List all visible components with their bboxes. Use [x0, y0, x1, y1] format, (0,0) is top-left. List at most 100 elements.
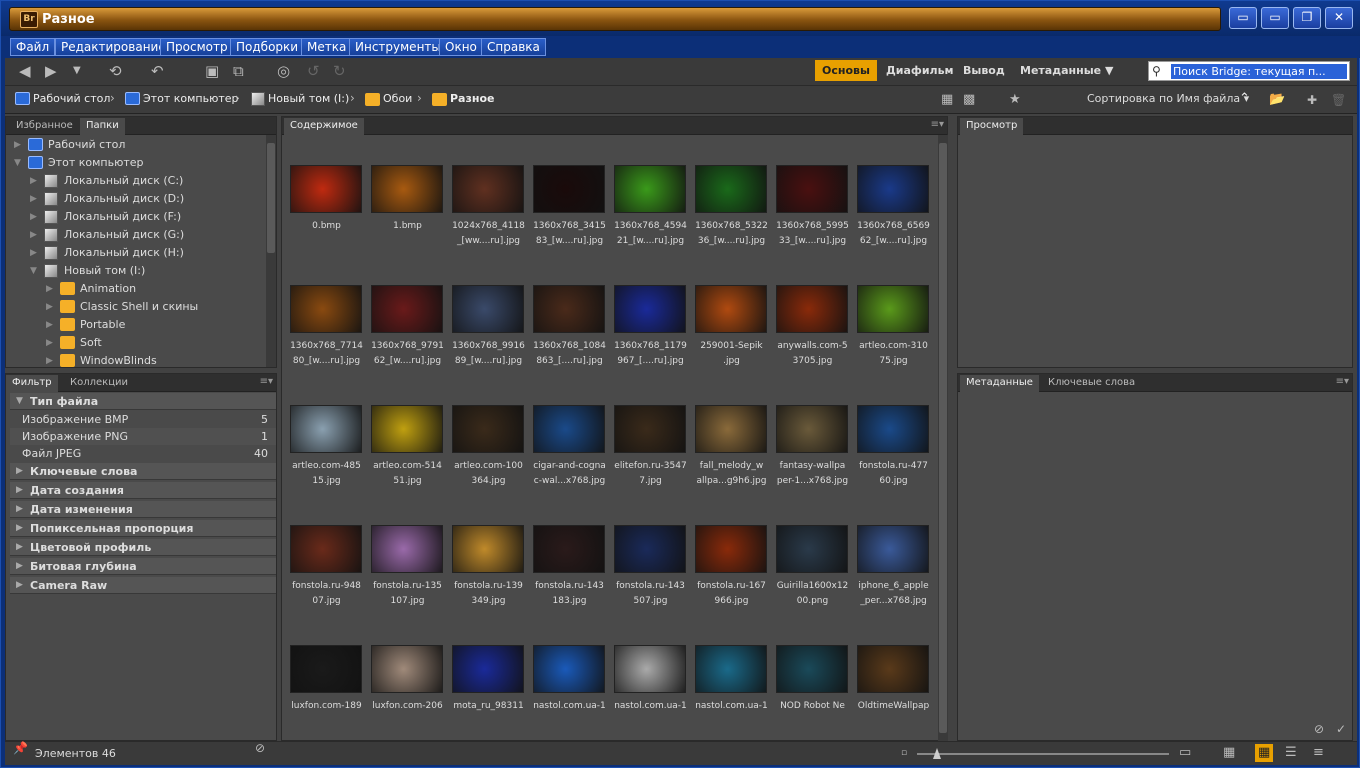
thumbnail-image[interactable] [857, 405, 929, 453]
thumbnail[interactable]: Guirilla1600x12 00.png [772, 505, 853, 625]
rotate-right-icon[interactable]: ↻ [333, 62, 346, 80]
tree-item[interactable]: Локальный диск (H:) [64, 245, 184, 261]
thumbnail[interactable]: fonstola.ru-143 507.jpg [610, 505, 691, 625]
window-menu-button[interactable]: ▭ [1229, 7, 1257, 29]
thumbnail[interactable]: 0.bmp [286, 145, 367, 265]
thumbnail[interactable]: artleo.com-100 364.jpg [448, 385, 529, 505]
thumbnail[interactable]: nastol.com.ua-1 [529, 625, 610, 741]
thumbnail-image[interactable] [533, 405, 605, 453]
workspace-output[interactable]: Вывод [956, 60, 1012, 81]
thumbnail[interactable]: 1360x768_6569 62_[w....ru].jpg [853, 145, 934, 265]
thumbnail-image[interactable] [452, 405, 524, 453]
forward-icon[interactable]: ▶ [45, 62, 57, 80]
thumbnail[interactable]: 1360x768_1179 967_[....ru].jpg [610, 265, 691, 385]
minimize-button[interactable]: ▭ [1261, 7, 1289, 29]
thumbnail[interactable]: 1360x768_1084 863_[....ru].jpg [529, 265, 610, 385]
filter-row[interactable]: Изображение BMP 5 [10, 411, 276, 428]
search-box[interactable]: ⚲ Поиск Bridge: текущая п... [1148, 61, 1350, 81]
panel-menu-icon[interactable]: ≡▾ [260, 376, 273, 387]
thumbnail-image[interactable] [614, 285, 686, 333]
quality-icon[interactable]: ▦ [941, 91, 953, 109]
triangle-right-icon[interactable]: ▶ [46, 299, 53, 315]
breadcrumb-wallpapers[interactable]: Обои [383, 92, 412, 106]
tree-item[interactable]: Этот компьютер [48, 155, 144, 171]
thumbnail[interactable]: anywalls.com-5 3705.jpg [772, 265, 853, 385]
thumbnail[interactable]: fantasy-wallpa per-1...x768.jpg [772, 385, 853, 505]
triangle-right-icon[interactable]: ▶ [46, 353, 53, 367]
thumbnail-image[interactable] [695, 525, 767, 573]
breadcrumb-desktop[interactable]: Рабочий стол [33, 92, 110, 106]
breadcrumb-current[interactable]: Разное [450, 92, 495, 106]
thumbnail-size-slider[interactable] [917, 748, 1169, 759]
tree-item[interactable]: Animation [80, 281, 136, 297]
tab-metadata[interactable]: Метаданные [960, 375, 1039, 392]
menu-view[interactable]: Просмотр [160, 38, 234, 56]
camera-icon[interactable]: ▣ [205, 62, 219, 80]
thumbnail-image[interactable] [371, 285, 443, 333]
tab-keywords[interactable]: Ключевые слова [1042, 375, 1141, 392]
thumbnail-image[interactable] [695, 285, 767, 333]
thumbnail[interactable]: fonstola.ru-948 07.jpg [286, 505, 367, 625]
open-recent-folder-icon[interactable]: 📂 [1269, 91, 1285, 109]
triangle-right-icon[interactable]: ▶ [46, 317, 53, 333]
grid-lock-icon[interactable]: ▦ [1223, 744, 1235, 762]
no-entry-icon[interactable]: ⊘ [1314, 720, 1324, 738]
menu-file[interactable]: Файл [10, 38, 56, 56]
tree-item[interactable]: Локальный диск (D:) [64, 191, 184, 207]
tab-content[interactable]: Содержимое [284, 118, 364, 135]
thumbnail[interactable]: NOD Robot Ne [772, 625, 853, 741]
back-icon[interactable]: ◀ [19, 62, 31, 80]
title-bar[interactable]: Br Разное ▭ ▭ ❐ ✕ [1, 1, 1360, 36]
triangle-right-icon[interactable]: ▶ [30, 173, 37, 189]
triangle-right-icon[interactable]: ▶ [30, 209, 37, 225]
thumbnail-image[interactable] [290, 645, 362, 693]
thumbnail-image[interactable] [533, 165, 605, 213]
thumbnail[interactable]: fall_melody_w allpa...g9h6.jpg [691, 385, 772, 505]
menu-stacks[interactable]: Подборки [230, 38, 305, 56]
thumbnail-image[interactable] [533, 285, 605, 333]
restore-button[interactable]: ❐ [1293, 7, 1321, 29]
tree-item[interactable]: Новый том (I:) [64, 263, 145, 279]
thumbnail-image[interactable] [614, 165, 686, 213]
filter-row[interactable]: Файл JPEG 40 [10, 445, 276, 462]
tab-folders[interactable]: Папки [80, 118, 125, 135]
thumbnail-quality-icon[interactable]: ▩ [963, 91, 975, 109]
panel-menu-icon[interactable]: ≡▾ [1336, 376, 1349, 387]
tree-item[interactable]: Локальный диск (F:) [64, 209, 181, 225]
thumbnail-image[interactable] [371, 645, 443, 693]
thumbnail[interactable]: elitefon.ru-3547 7.jpg [610, 385, 691, 505]
tree-item[interactable]: Classic Shell и скины [80, 299, 198, 315]
content-scrollbar-thumb[interactable] [939, 143, 947, 733]
workspace-filmstrip[interactable]: Диафильм [879, 60, 961, 81]
menu-tools[interactable]: Инструменты [349, 38, 447, 56]
tree-item[interactable]: Рабочий стол [48, 137, 125, 153]
thumbnail[interactable]: 1360x768_4594 21_[w....ru].jpg [610, 145, 691, 265]
thumbnail-image[interactable] [371, 405, 443, 453]
thumbnail[interactable]: fonstola.ru-477 60.jpg [853, 385, 934, 505]
thumbnail[interactable]: iphone_6_apple _per...x768.jpg [853, 505, 934, 625]
filter-group[interactable]: ▶ Дата изменения [10, 501, 276, 518]
thumbnail[interactable]: 1360x768_9916 89_[w....ru].jpg [448, 265, 529, 385]
thumbnail-image[interactable] [614, 405, 686, 453]
tree-scrollbar[interactable] [266, 135, 276, 367]
triangle-down-icon[interactable]: ▼ [14, 155, 21, 171]
tab-preview[interactable]: Просмотр [960, 118, 1024, 135]
new-folder-icon[interactable]: ✚ [1307, 91, 1317, 109]
thumbnail-image[interactable] [857, 165, 929, 213]
close-button[interactable]: ✕ [1325, 7, 1353, 29]
thumbnail[interactable]: 1024x768_4118 _[ww....ru].jpg [448, 145, 529, 265]
triangle-right-icon[interactable]: ▶ [30, 191, 37, 207]
thumbnail[interactable]: luxfon.com-189 [286, 625, 367, 741]
filter-group[interactable]: ▶ Попиксельная пропорция [10, 520, 276, 537]
thumbnail-image[interactable] [371, 525, 443, 573]
thumbnail-image[interactable] [776, 165, 848, 213]
recent-dropdown-icon[interactable]: ▼ [73, 62, 81, 80]
menu-help[interactable]: Справка [481, 38, 546, 56]
thumbnail[interactable]: nastol.com.ua-1 [610, 625, 691, 741]
thumbnail[interactable]: artleo.com-310 75.jpg [853, 265, 934, 385]
tree-scrollbar-thumb[interactable] [267, 143, 275, 253]
thumbnail[interactable]: OldtimeWallpap [853, 625, 934, 741]
thumbnail[interactable]: nastol.com.ua-1 [691, 625, 772, 741]
rotate-left-icon[interactable]: ↺ [307, 62, 320, 80]
view-thumbnails-icon[interactable]: ▦ [1255, 744, 1274, 762]
